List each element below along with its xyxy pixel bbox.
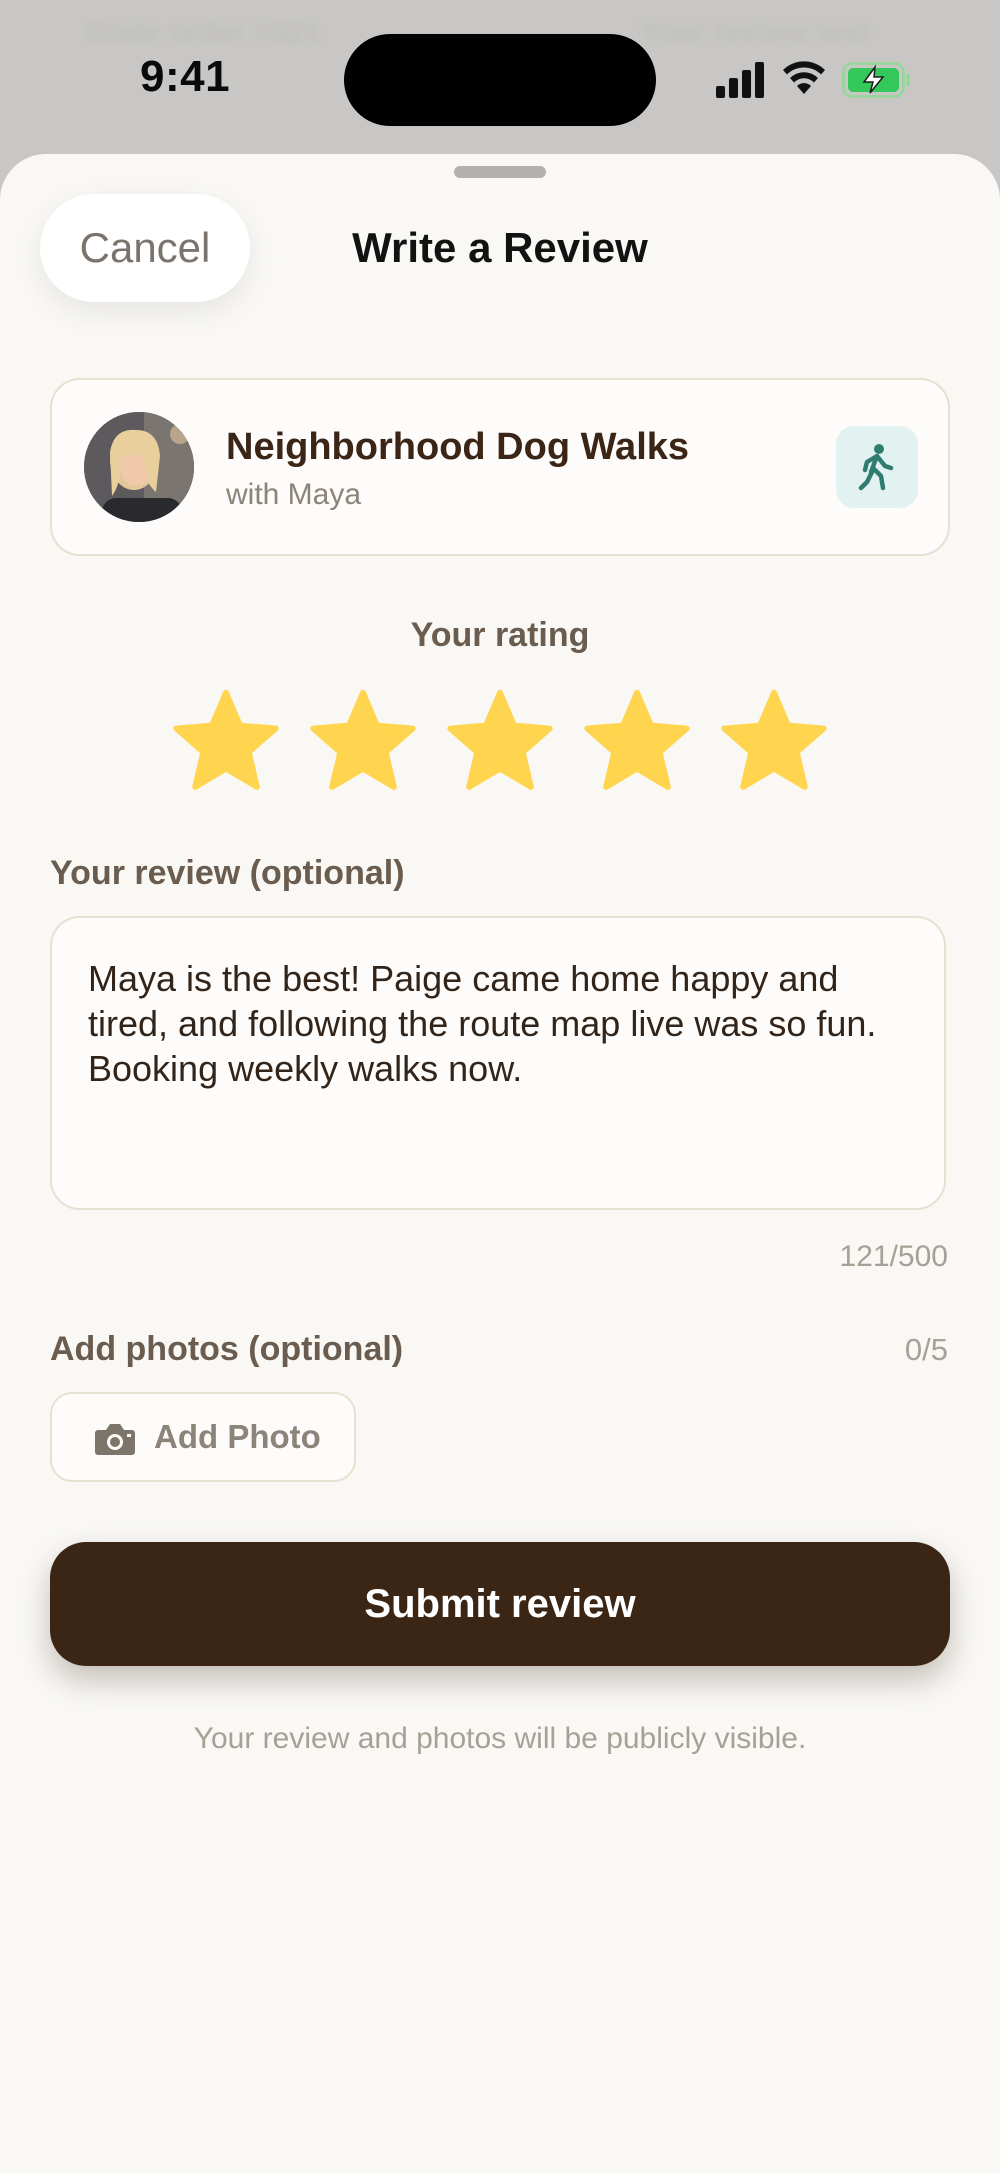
wifi-icon xyxy=(783,61,825,94)
rating-label: Your rating xyxy=(410,616,590,654)
add-photo-button[interactable]: Add Photo xyxy=(50,1392,356,1482)
background-text-left: Code order #321 xyxy=(86,16,322,49)
camera-icon xyxy=(95,1424,135,1455)
submit-review-button[interactable]: Submit review xyxy=(50,1542,950,1666)
visibility-disclaimer: Your review and photos will be publicly … xyxy=(193,1722,807,1755)
battery-charging-icon xyxy=(842,62,910,98)
background-text-right: Your review text xyxy=(640,16,870,49)
service-subtitle: with Maya xyxy=(226,478,362,511)
star-rating[interactable] xyxy=(168,684,832,804)
star-icon-5[interactable] xyxy=(716,684,832,800)
cellular-signal-icon xyxy=(716,58,768,98)
service-card: Neighborhood Dog Walks with Maya xyxy=(50,378,950,556)
star-icon-4[interactable] xyxy=(579,684,695,800)
star-icon-3[interactable] xyxy=(442,684,558,800)
review-char-count: 121/500 xyxy=(839,1240,948,1273)
review-sheet: Cancel Write a Review Neighborhood Dog W… xyxy=(0,154,1000,2174)
walking-person-icon xyxy=(858,444,894,491)
provider-avatar xyxy=(84,412,194,522)
service-name: Neighborhood Dog Walks xyxy=(226,426,690,468)
service-badge xyxy=(836,426,918,508)
photos-count: 0/5 xyxy=(904,1332,948,1367)
sheet-grabber[interactable] xyxy=(454,166,546,178)
add-photo-label: Add Photo xyxy=(154,1418,321,1455)
star-icon-1[interactable] xyxy=(168,684,284,800)
review-textarea[interactable]: Maya is the best! Paige came home happy … xyxy=(50,916,946,1210)
photos-label: Add photos (optional) xyxy=(50,1330,404,1368)
sheet-title: Write a Review xyxy=(352,224,648,271)
star-icon-2[interactable] xyxy=(305,684,421,800)
status-time: 9:41 xyxy=(140,52,231,101)
status-bar: Code order #321 Your review text 9:41 xyxy=(0,0,1000,150)
review-label: Your review (optional) xyxy=(50,854,405,892)
dynamic-island xyxy=(344,34,656,126)
